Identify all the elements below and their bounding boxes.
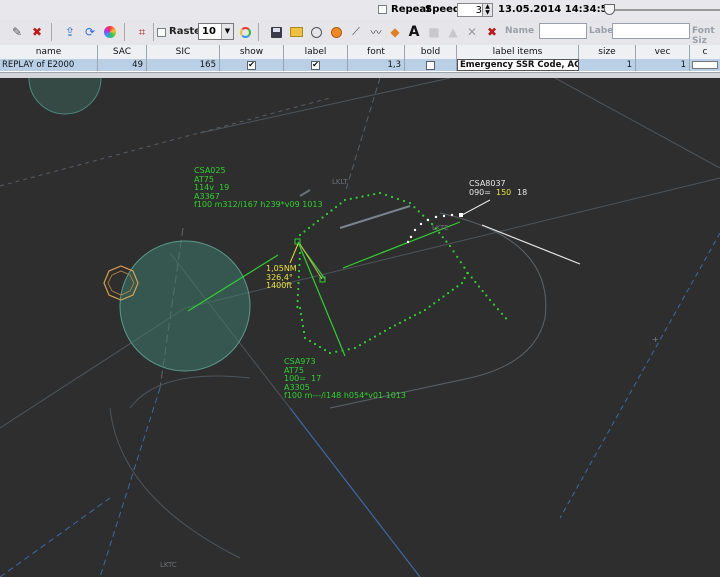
col-header-font[interactable]: font [348,45,405,59]
speed-spinner[interactable]: 3 ▲ ▼ [457,3,493,17]
fix-label-lklt: LKLT [332,178,348,186]
row-label-items[interactable]: Emergency SSR Code, ACA... [457,59,579,71]
runway-marker [339,205,411,229]
map-cross-icon: + [652,335,659,344]
replay-control-bar: Repeat Speed: 3 ▲ ▼ 13.05.2014 14:34:52 [0,0,720,21]
color-picker-icon[interactable] [236,22,254,42]
row-vec[interactable]: 1 [636,59,690,71]
row-sac[interactable]: 49 [98,59,147,71]
col-header-size[interactable]: size [579,45,636,59]
dropdown-arrow-icon[interactable]: ▼ [221,24,233,39]
disabled-tool-icon[interactable]: ■ [425,22,443,42]
row-show-cell: ✔ [220,59,284,71]
polyline-tool-icon[interactable]: 〰 [367,22,385,42]
circle-tool-icon[interactable] [307,22,325,42]
csa8037-speed: 18 [517,187,528,197]
raster-checkbox[interactable] [157,28,166,37]
upload-icon[interactable]: ⇪ [61,22,79,42]
refresh-icon[interactable]: ⟳ [81,22,99,42]
label-checkbox[interactable]: ✔ [311,60,320,70]
measure-leader [289,243,299,264]
row-size[interactable]: 1 [579,59,636,71]
table-header: name SAC SIC show label font bold label … [0,45,720,60]
csa973-line-5: f100 m---/i148 h054*v01 1013 [284,391,406,400]
row-font[interactable]: 1,3 [348,59,405,71]
csa8037-cleared-level: 150 [496,187,512,197]
toolbar-separator [124,23,125,41]
track-label-csa8037[interactable]: CSA8037 090= 150 18 [469,179,527,198]
csa025-line-5: f100 m312/i167 h239*v09 1013 [194,200,323,209]
col-header-c[interactable]: c [690,45,720,59]
table-row[interactable]: REPLAY of E2000 49 165 ✔ ✔ 1,3 Emergency… [0,59,720,71]
label-leader-csa8037 [461,199,491,216]
fill-tool-icon[interactable]: ◆ [386,22,404,42]
replay-time-slider[interactable] [602,3,720,17]
col-header-vec[interactable]: vec [636,45,690,59]
filled-circle-tool-icon[interactable] [327,22,345,42]
map-sector-lines [0,78,720,577]
measurement-label[interactable]: 1,05NM 326,4° 1400ft [266,264,297,291]
text-tool-icon[interactable]: A [405,22,423,42]
name-label: Name [505,26,535,36]
col-header-show[interactable]: show [220,45,284,59]
open-folder-icon[interactable] [287,22,305,42]
col-header-name[interactable]: name [0,45,98,59]
delete-icon[interactable]: ✖ [28,22,46,42]
track-label-csa025[interactable]: CSA025 AT75 114v 19 A3367 f100 m312/i167… [194,166,323,210]
track-vector-csa8037 [481,224,581,265]
disabled-tool-icon[interactable]: ▲ [444,22,462,42]
font-size-label: Font Siz [692,26,715,46]
slider-thumb[interactable] [604,4,616,15]
pencil-icon[interactable]: ✎ [8,22,26,42]
col-header-sac[interactable]: SAC [98,45,147,59]
delete-all-icon[interactable]: ✖ [483,22,501,42]
col-header-bold[interactable]: bold [405,45,457,59]
col-header-sic[interactable]: SIC [147,45,220,59]
row-label-cell: ✔ [284,59,348,71]
label-input[interactable] [612,23,690,39]
color-wheel-icon[interactable] [101,22,119,42]
bold-checkbox[interactable] [426,60,435,70]
replay-datetime: 13.05.2014 14:34:52 [498,4,615,15]
col-header-label-items[interactable]: label items [457,45,579,59]
radar-display[interactable]: + LKLT LKTE LKTC CSA025 AT75 114v 19 A33… [0,78,720,577]
row-bold-cell [405,59,457,71]
grid-icon[interactable]: ⌗ [133,22,151,42]
save-icon[interactable] [267,22,285,42]
toolbar-separator [258,23,259,41]
csa8037-level: 090= [469,187,491,197]
show-checkbox[interactable]: ✔ [247,60,256,70]
line-tool-icon[interactable]: ⟋ [347,22,365,42]
repeat-checkbox[interactable] [378,5,387,14]
row-name[interactable]: REPLAY of E2000 [0,59,98,71]
name-input[interactable] [539,23,587,39]
radar-map[interactable]: + [0,78,720,577]
raster-select[interactable]: 10 ▼ [198,23,234,40]
track-symbol-csa8037[interactable] [459,213,463,217]
toolbar-separator [153,23,154,41]
spinner-arrows-icon[interactable]: ▲ ▼ [482,4,492,16]
row-c-cell[interactable] [690,59,720,71]
fix-label-lktc: LKTC [160,561,177,569]
col-header-label[interactable]: label [284,45,348,59]
raster-value[interactable]: 10 [202,26,216,37]
map-toolbar: ✎ ✖ ⇪ ⟳ ⌗ Raster 10 ▼ ⟋ 〰 ◆ A ■ ▲ ✕ ✖ Na… [0,20,720,46]
clear-icon[interactable]: ✕ [463,22,481,42]
track-label-csa973[interactable]: CSA973 AT75 100= 17 A3305 f100 m---/i148… [284,357,406,401]
toolbar-separator [51,23,52,41]
restricted-area-circle[interactable] [119,240,251,372]
measure-altitude: 1400ft [266,281,293,290]
layer-table: name SAC SIC show label font bold label … [0,45,720,72]
color-swatch[interactable] [692,61,718,69]
fix-label-lkte: LKTE [432,224,449,232]
row-sic[interactable]: 165 [147,59,220,71]
